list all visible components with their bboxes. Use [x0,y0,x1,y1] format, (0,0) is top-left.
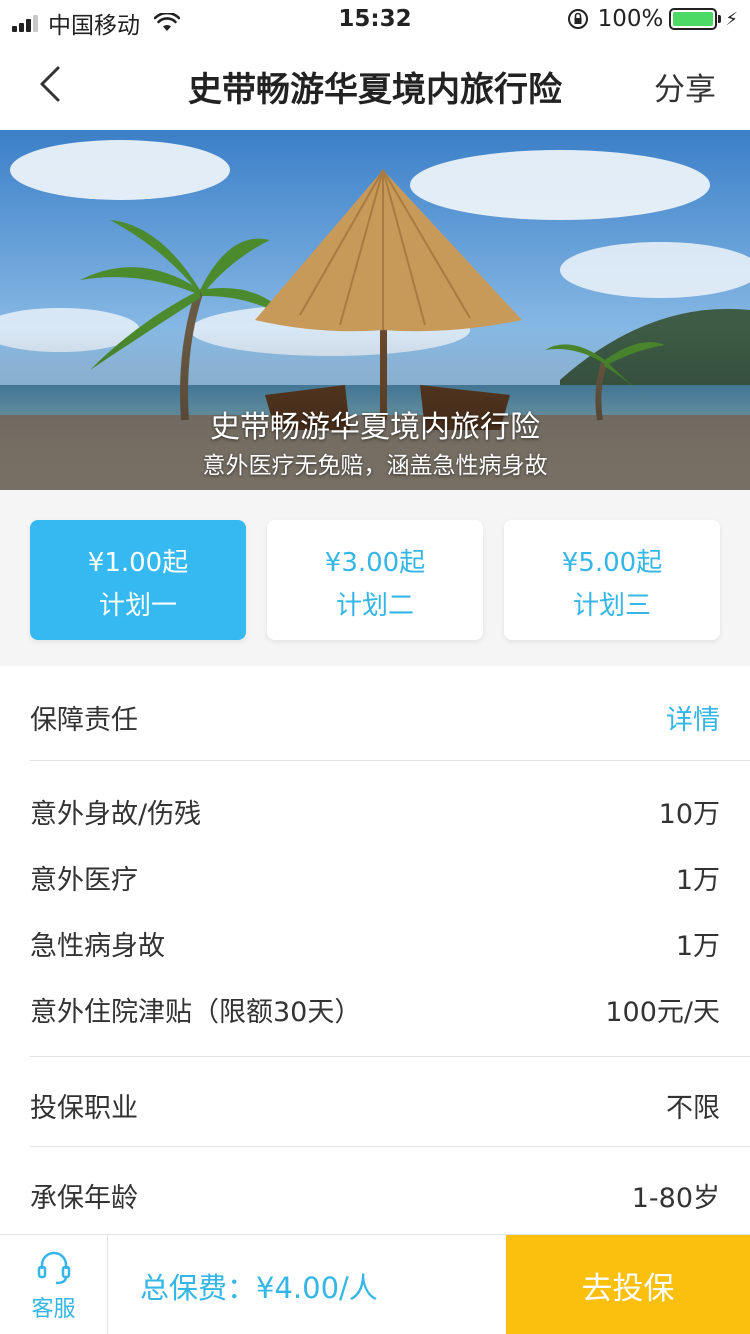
coverage-info: 保障责任 详情 意外身故/伤残 10万 意外医疗 1万 急性病身故 1万 意外住… [0,666,750,1234]
details-link[interactable]: 详情 [666,698,720,737]
battery-icon [669,8,722,30]
share-button[interactable]: 分享 [654,64,716,109]
coverage-item-label: 意外身故/伤残 [30,799,202,830]
age-row: 承保年龄 1-80岁 [30,1176,720,1215]
hero-banner: 史带畅游华夏境内旅行险 意外医疗无免赔，涵盖急性病身故 [0,130,750,490]
buy-button[interactable]: 去投保 [506,1235,750,1334]
coverage-label: 保障责任 [30,705,138,736]
nav-bar: 史带畅游华夏境内旅行险 分享 [0,40,750,130]
coverage-item-value: 10万 [658,799,720,830]
age-label: 承保年龄 [30,1183,138,1214]
coverage-item-label: 急性病身故 [30,931,165,962]
plan-price: ¥1.00起 [87,548,189,578]
status-bar: 中国移动 15:32 100% ⚡ [0,0,750,40]
coverage-item: 意外医疗 1万 [30,858,720,897]
coverage-header: 保障责任 详情 [30,698,720,737]
coverage-item: 意外住院津贴（限额30天） 100元/天 [30,990,720,1029]
rotation-lock-icon [567,9,588,29]
status-right: 100% ⚡ [566,6,738,32]
battery-percent: 100% [597,6,664,32]
plan-name: 计划三 [572,591,651,621]
hero-subtitle: 意外医疗无免赔，涵盖急性病身故 [202,453,548,479]
plan-selector: ¥1.00起 计划一 ¥3.00起 计划二 ¥5.00起 计划三 [0,490,750,666]
divider [30,1146,750,1147]
page-title: 史带畅游华夏境内旅行险 [188,70,562,110]
plan-option-2[interactable]: ¥3.00起 计划二 [267,520,483,640]
bottom-bar: 客服 总保费：¥4.00/人 去投保 [0,1234,750,1334]
divider [30,760,750,761]
headset-icon [37,1251,70,1285]
age-value: 1-80岁 [631,1183,720,1214]
plan-name: 计划一 [98,591,177,621]
coverage-item-value: 1万 [675,931,720,962]
hero-title: 史带畅游华夏境内旅行险 [210,410,540,445]
charging-icon: ⚡ [725,8,738,30]
coverage-item-value: 1万 [675,865,720,896]
coverage-item: 急性病身故 1万 [30,924,720,963]
plan-option-3[interactable]: ¥5.00起 计划三 [504,520,720,640]
occupation-row: 投保职业 不限 [30,1086,720,1125]
plan-option-1[interactable]: ¥1.00起 计划一 [30,520,246,640]
coverage-item-label: 意外医疗 [30,865,138,896]
occupation-label: 投保职业 [30,1093,138,1124]
customer-service-button[interactable]: 客服 [0,1235,108,1334]
plan-price: ¥5.00起 [561,548,663,578]
divider [30,1056,750,1057]
total-premium: 总保费：¥4.00/人 [140,1271,378,1305]
customer-service-label: 客服 [31,1297,76,1322]
coverage-item-value: 100元/天 [605,997,720,1028]
plan-name: 计划二 [335,591,414,621]
coverage-item-label: 意外住院津贴（限额30天） [30,997,362,1028]
occupation-value: 不限 [666,1093,720,1124]
plan-price: ¥3.00起 [324,548,426,578]
coverage-item: 意外身故/伤残 10万 [30,792,720,831]
